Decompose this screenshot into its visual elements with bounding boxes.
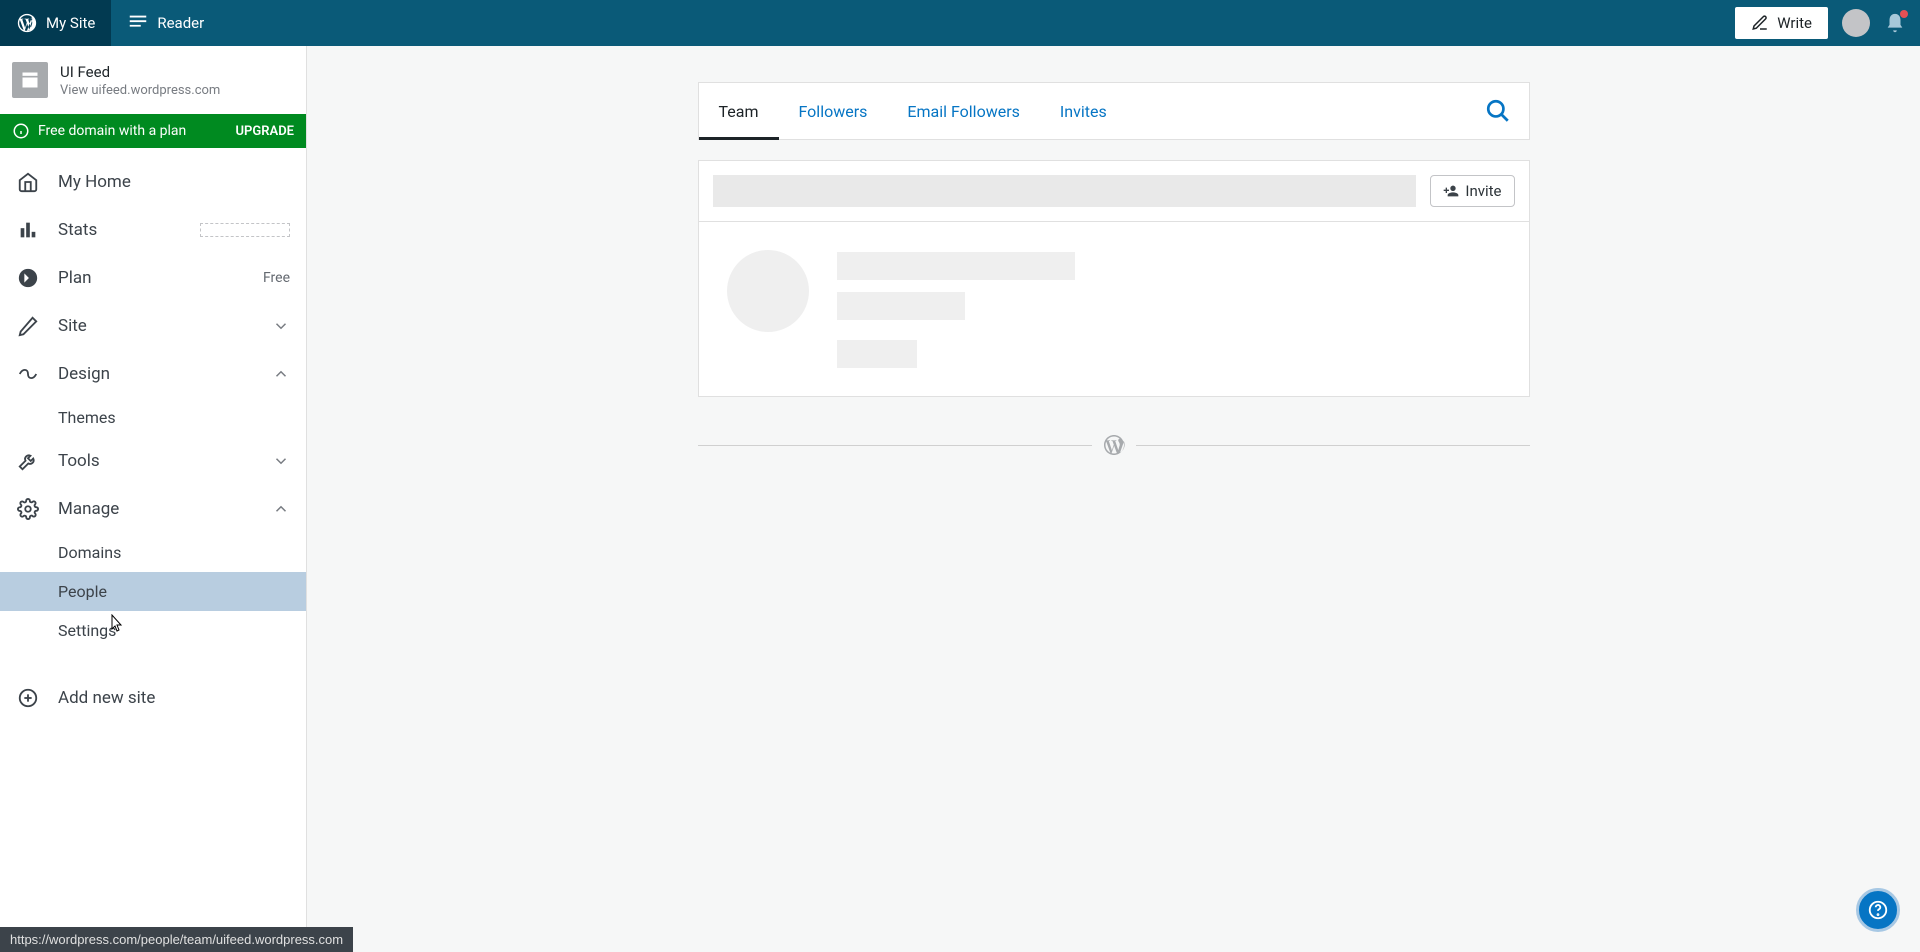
- chevron-down-icon: [272, 452, 290, 470]
- site-name: UI Feed: [60, 63, 220, 81]
- sidebar-item-label: Design: [58, 364, 110, 384]
- invite-placeholder: [713, 175, 1417, 207]
- tab-team[interactable]: Team: [699, 83, 779, 139]
- masterbar: My Site Reader Write: [0, 0, 1920, 46]
- site-info: UI Feed View uifeed.wordpress.com: [60, 63, 220, 98]
- user-avatar[interactable]: [1842, 9, 1870, 37]
- sidebar-item-home[interactable]: My Home: [0, 158, 306, 206]
- notifications-icon[interactable]: [1884, 12, 1906, 34]
- reader-icon: [127, 12, 149, 34]
- sidebar-item-add-site[interactable]: Add new site: [0, 674, 306, 722]
- wrench-icon: [16, 449, 40, 473]
- upsell-banner[interactable]: Free domain with a plan UPGRADE: [0, 114, 306, 148]
- sidebar-item-design[interactable]: Design: [0, 350, 306, 398]
- footer-divider: [698, 433, 1530, 457]
- divider-line: [1136, 445, 1530, 446]
- write-button-label: Write: [1777, 14, 1812, 32]
- invite-button-label: Invite: [1465, 182, 1501, 200]
- sidebar-item-label: Stats: [58, 220, 97, 240]
- masterbar-right: Write: [1735, 7, 1920, 39]
- info-icon: [12, 122, 30, 140]
- layout: UI Feed View uifeed.wordpress.com Free d…: [0, 46, 1920, 952]
- upgrade-link[interactable]: UPGRADE: [236, 124, 294, 139]
- site-card[interactable]: UI Feed View uifeed.wordpress.com: [0, 46, 306, 114]
- help-icon: [1867, 899, 1889, 921]
- nav-my-site-label: My Site: [46, 14, 95, 32]
- nav-my-site[interactable]: My Site: [0, 0, 111, 46]
- sidebar-item-label: Manage: [58, 499, 119, 519]
- sidebar-nav: My Home Stats Plan Free Site Design: [0, 148, 306, 952]
- tab-email-followers[interactable]: Email Followers: [887, 83, 1039, 139]
- help-fab[interactable]: [1856, 888, 1900, 932]
- plus-circle-icon: [16, 686, 40, 710]
- avatar-placeholder: [727, 250, 809, 332]
- status-bar: https://wordpress.com/people/team/uifeed…: [0, 927, 353, 952]
- masterbar-left: My Site Reader: [0, 0, 220, 46]
- person-loading-card: [698, 222, 1530, 397]
- sidebar-item-manage[interactable]: Manage: [0, 485, 306, 533]
- invite-row: Invite: [698, 160, 1530, 222]
- ph-line: [837, 340, 917, 368]
- sidebar-sub-domains[interactable]: Domains: [0, 533, 306, 572]
- tab-invites[interactable]: Invites: [1040, 83, 1127, 139]
- divider-line: [698, 445, 1092, 446]
- chevron-up-icon: [272, 365, 290, 383]
- wordpress-footer-icon: [1102, 433, 1126, 457]
- sidebar-item-label: Tools: [58, 451, 100, 471]
- sidebar-item-plan[interactable]: Plan Free: [0, 254, 306, 302]
- chevron-up-icon: [272, 500, 290, 518]
- chevron-down-icon: [272, 317, 290, 335]
- pencil-icon: [16, 314, 40, 338]
- nav-reader-label: Reader: [157, 14, 204, 32]
- plan-icon: [16, 266, 40, 290]
- write-icon: [1751, 14, 1769, 32]
- invite-user-icon: [1443, 183, 1459, 199]
- sidebar-item-site[interactable]: Site: [0, 302, 306, 350]
- main-content: Team Followers Email Followers Invites I…: [307, 46, 1920, 952]
- text-placeholders: [837, 252, 1075, 368]
- sidebar-item-label: Add new site: [58, 688, 155, 708]
- notification-dot: [1900, 10, 1908, 18]
- tabs: Team Followers Email Followers Invites: [698, 82, 1530, 140]
- search-icon: [1485, 98, 1511, 124]
- upsell-text: Free domain with a plan: [38, 123, 186, 139]
- design-icon: [16, 362, 40, 386]
- wordpress-icon: [16, 12, 38, 34]
- sidebar-sub-themes[interactable]: Themes: [0, 398, 306, 437]
- invite-button[interactable]: Invite: [1430, 175, 1514, 207]
- sidebar: UI Feed View uifeed.wordpress.com Free d…: [0, 46, 307, 952]
- gear-icon: [16, 497, 40, 521]
- site-url: View uifeed.wordpress.com: [60, 83, 220, 98]
- tab-followers[interactable]: Followers: [779, 83, 888, 139]
- sidebar-item-label: My Home: [58, 172, 131, 192]
- sidebar-sub-people[interactable]: People: [0, 572, 306, 611]
- sidebar-item-tools[interactable]: Tools: [0, 437, 306, 485]
- write-button[interactable]: Write: [1735, 7, 1828, 39]
- stats-sparkline: [200, 223, 290, 237]
- sidebar-item-label: Plan: [58, 268, 92, 288]
- ph-line: [837, 252, 1075, 280]
- sidebar-sub-settings[interactable]: Settings: [0, 611, 306, 650]
- stats-icon: [16, 218, 40, 242]
- nav-reader[interactable]: Reader: [111, 0, 220, 46]
- plan-badge: Free: [263, 270, 290, 286]
- search-button[interactable]: [1467, 83, 1529, 139]
- site-icon: [12, 62, 48, 98]
- sidebar-item-label: Site: [58, 316, 87, 336]
- home-icon: [16, 170, 40, 194]
- sidebar-item-stats[interactable]: Stats: [0, 206, 306, 254]
- ph-line: [837, 292, 965, 320]
